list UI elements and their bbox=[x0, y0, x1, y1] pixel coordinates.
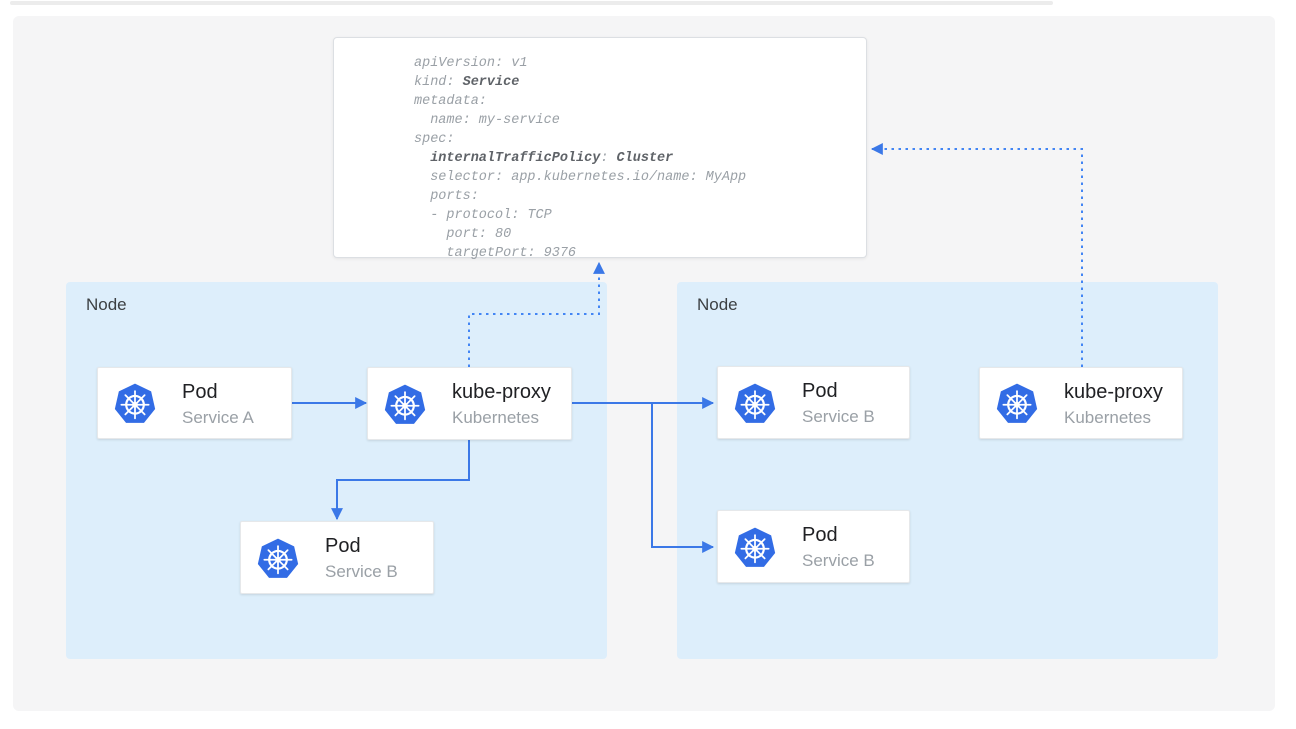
kubernetes-icon bbox=[733, 525, 777, 569]
yaml-code-line: internalTrafficPolicy: Cluster bbox=[414, 149, 856, 168]
card-title: kube-proxy bbox=[1064, 379, 1163, 405]
card-pod-service-b-right-top: Pod Service B bbox=[717, 366, 910, 439]
yaml-code-line: port: 80 bbox=[414, 225, 856, 244]
kubernetes-icon bbox=[113, 381, 157, 425]
kubernetes-icon bbox=[383, 382, 427, 426]
card-title: Pod bbox=[182, 379, 254, 405]
card-pod-service-b-right-bottom: Pod Service B bbox=[717, 510, 910, 583]
card-pod-service-b-left: Pod Service B bbox=[240, 521, 434, 594]
card-title: kube-proxy bbox=[452, 379, 551, 405]
card-subtitle: Service B bbox=[802, 405, 875, 428]
node-right: Node bbox=[677, 282, 1218, 659]
kubernetes-icon bbox=[733, 381, 777, 425]
card-subtitle: Service B bbox=[802, 549, 875, 572]
card-subtitle: Kubernetes bbox=[1064, 406, 1163, 429]
card-kube-proxy-right: kube-proxy Kubernetes bbox=[979, 367, 1183, 439]
card-subtitle: Service B bbox=[325, 560, 398, 583]
yaml-code-line: targetPort: 9376 bbox=[414, 244, 856, 263]
card-subtitle: Service A bbox=[182, 406, 254, 429]
node-label: Node bbox=[86, 295, 127, 315]
kubernetes-icon bbox=[256, 536, 300, 580]
yaml-code-line: spec: bbox=[414, 130, 856, 149]
kubernetes-icon bbox=[995, 381, 1039, 425]
yaml-code-line: apiVersion: v1 bbox=[414, 54, 856, 73]
yaml-code-line: - protocol: TCP bbox=[414, 206, 856, 225]
yaml-code-line: name: my-service bbox=[414, 111, 856, 130]
card-title: Pod bbox=[802, 522, 875, 548]
yaml-code-line: ports: bbox=[414, 187, 856, 206]
kubernetes-traffic-diagram: apiVersion: v1kind: Servicemetadata: nam… bbox=[0, 0, 1296, 729]
yaml-code-line: selector: app.kubernetes.io/name: MyApp bbox=[414, 168, 856, 187]
card-title: Pod bbox=[325, 533, 398, 559]
card-pod-service-a: Pod Service A bbox=[97, 367, 292, 439]
service-yaml-card: apiVersion: v1kind: Servicemetadata: nam… bbox=[333, 37, 867, 258]
yaml-code-line: kind: Service bbox=[414, 73, 856, 92]
card-title: Pod bbox=[802, 378, 875, 404]
node-left: Node bbox=[66, 282, 607, 659]
top-divider bbox=[10, 1, 1053, 5]
service-yaml-code: apiVersion: v1kind: Servicemetadata: nam… bbox=[414, 54, 856, 263]
card-kube-proxy-left: kube-proxy Kubernetes bbox=[367, 367, 572, 440]
node-label: Node bbox=[697, 295, 738, 315]
card-subtitle: Kubernetes bbox=[452, 406, 551, 429]
yaml-code-line: metadata: bbox=[414, 92, 856, 111]
